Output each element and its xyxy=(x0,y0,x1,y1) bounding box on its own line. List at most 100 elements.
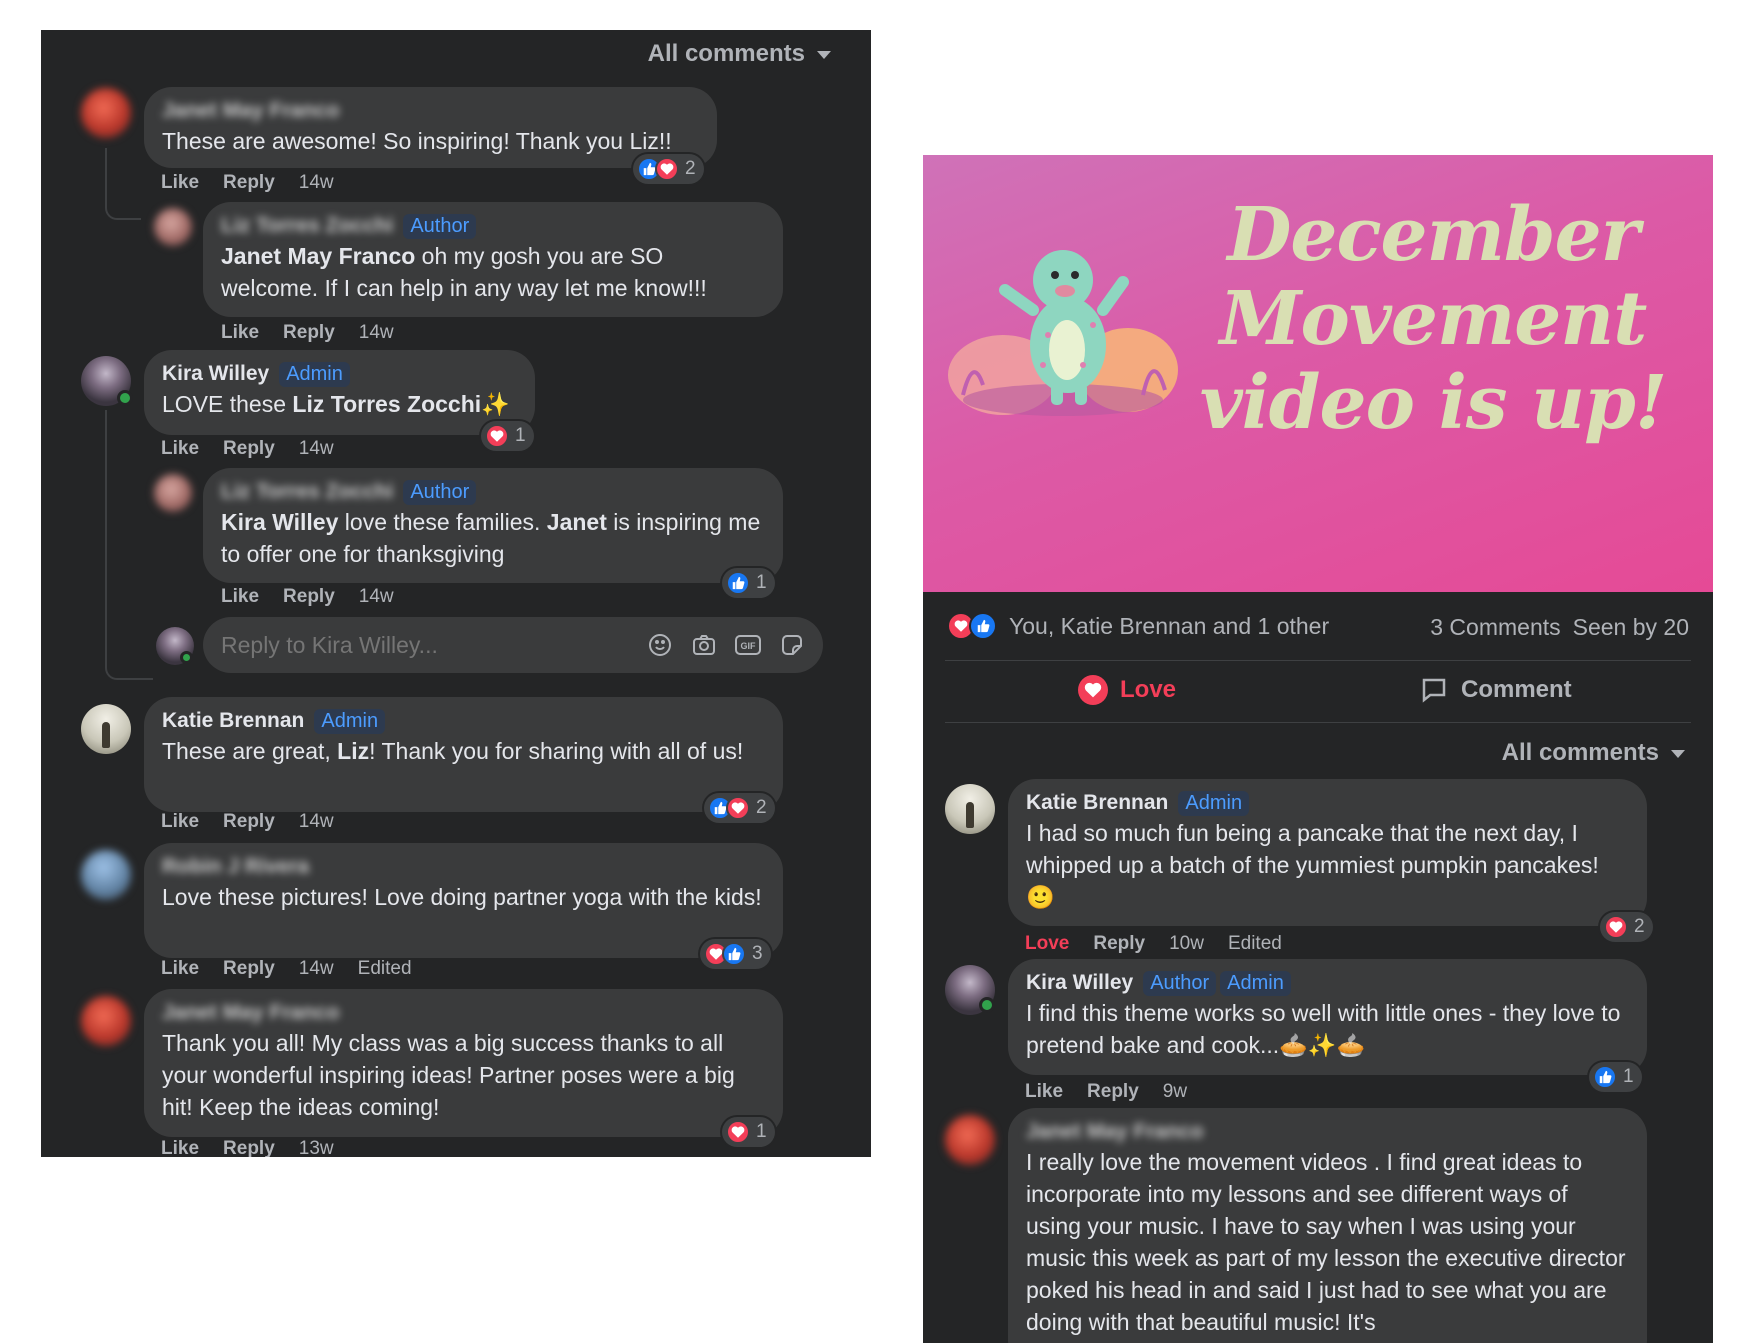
avatar[interactable] xyxy=(81,704,131,754)
commenter-name[interactable]: Janet May Franco xyxy=(162,99,339,123)
reply-composer: GIF xyxy=(203,617,823,673)
chevron-down-icon xyxy=(1671,749,1685,758)
comment-text: Love these pictures! Love doing partner … xyxy=(162,884,762,910)
reply-button[interactable]: Reply xyxy=(1087,1081,1139,1102)
mention-link[interactable]: Liz xyxy=(337,738,369,764)
sticker-icon[interactable] xyxy=(779,632,805,658)
timestamp[interactable]: 9w xyxy=(1163,1081,1187,1102)
avatar[interactable] xyxy=(154,474,192,512)
comment-icon xyxy=(1422,678,1446,703)
seen-by-count[interactable]: Seen by 20 xyxy=(1573,614,1689,641)
emoji-icon[interactable] xyxy=(647,632,673,658)
comment-actions: Like Reply 13w xyxy=(161,1138,358,1157)
timestamp[interactable]: 14w xyxy=(359,586,394,607)
avatar[interactable] xyxy=(81,88,131,138)
love-icon xyxy=(726,1120,750,1144)
commenter-name[interactable]: Kira Willey xyxy=(162,362,269,386)
timestamp[interactable]: 14w xyxy=(359,322,394,343)
reactions-summary[interactable]: You, Katie Brennan and 1 other xyxy=(947,612,1329,640)
like-button[interactable]: Like xyxy=(1025,1081,1063,1102)
commenter-name[interactable]: Robin J Rivera xyxy=(162,855,309,879)
commenter-name[interactable]: Liz Torres Zocchi xyxy=(221,214,393,238)
love-icon xyxy=(726,796,750,820)
like-icon xyxy=(1593,1065,1617,1089)
comment-body: These are great, xyxy=(162,738,338,764)
reaction-summary[interactable]: 1 xyxy=(481,421,534,451)
divider xyxy=(945,722,1691,723)
sort-comments-dropdown[interactable]: All comments xyxy=(648,40,831,68)
mention-link[interactable]: Janet May Franco xyxy=(221,243,415,269)
gif-icon[interactable]: GIF xyxy=(735,632,761,658)
reply-button[interactable]: Reply xyxy=(223,172,275,193)
reply-button[interactable]: Reply xyxy=(283,586,335,607)
avatar[interactable] xyxy=(945,784,995,834)
reactors-text: You, Katie Brennan and 1 other xyxy=(1009,612,1330,639)
comment-actions: Love Reply 10w Edited xyxy=(1025,933,1306,955)
timestamp[interactable]: 14w xyxy=(299,438,334,459)
reply-button[interactable]: Reply xyxy=(223,438,275,459)
love-reaction-button[interactable]: Love xyxy=(1025,933,1069,954)
mention-link[interactable]: Kira Willey xyxy=(221,509,338,535)
reply-button[interactable]: Reply xyxy=(223,958,275,979)
timestamp[interactable]: 14w xyxy=(299,958,334,979)
reaction-summary[interactable]: 2 xyxy=(704,793,775,823)
mention-link[interactable]: Janet xyxy=(547,509,607,535)
comment-text: These are awesome! So inspiring! Thank y… xyxy=(162,128,672,154)
comment-bubble: Katie Brennan Admin These are great, Liz!… xyxy=(144,697,783,812)
timestamp[interactable]: 13w xyxy=(299,1138,334,1157)
edited-label[interactable]: Edited xyxy=(358,958,412,979)
like-icon xyxy=(722,942,746,966)
post-reactions-bar: You, Katie Brennan and 1 other 3 Comment… xyxy=(923,592,1713,660)
commenter-name[interactable]: Katie Brennan xyxy=(1026,791,1168,815)
left-comments-panel: All comments Janet May Franco These are … xyxy=(41,30,871,1157)
like-button[interactable]: Like xyxy=(161,172,199,193)
divider xyxy=(945,660,1691,661)
like-button[interactable]: Like xyxy=(161,438,199,459)
like-button[interactable]: Like xyxy=(161,1138,199,1157)
like-button[interactable]: Like xyxy=(221,322,259,343)
love-icon xyxy=(1604,915,1628,939)
reply-button[interactable]: Reply xyxy=(1093,933,1145,954)
comment-text: Janet May Franco oh my gosh you are SO w… xyxy=(221,240,765,304)
sort-label: All comments xyxy=(1501,739,1659,766)
like-button[interactable]: Like xyxy=(221,586,259,607)
banner-title: December Movement video is up! xyxy=(1173,193,1693,445)
commenter-name[interactable]: Liz Torres Zocchi xyxy=(221,480,393,504)
sort-comments-dropdown[interactable]: All comments xyxy=(1502,739,1685,767)
post-image-banner[interactable]: December Movement video is up! xyxy=(923,155,1713,592)
reaction-summary[interactable]: 1 xyxy=(722,568,775,598)
edited-label[interactable]: Edited xyxy=(1228,933,1282,954)
camera-icon[interactable] xyxy=(691,632,717,658)
avatar[interactable] xyxy=(81,996,131,1046)
like-button[interactable]: Like xyxy=(161,811,199,832)
reply-button[interactable]: Reply xyxy=(223,1138,275,1157)
timestamp[interactable]: 10w xyxy=(1169,933,1204,954)
love-button[interactable]: Love xyxy=(1078,675,1176,705)
reply-input[interactable] xyxy=(221,631,581,659)
reaction-summary[interactable]: 3 xyxy=(700,939,771,969)
timestamp[interactable]: 14w xyxy=(299,172,334,193)
avatar[interactable] xyxy=(154,208,192,246)
reaction-count: 3 xyxy=(752,943,763,964)
mention-link[interactable]: Liz Torres Zocchi xyxy=(292,391,481,417)
timestamp[interactable]: 14w xyxy=(299,811,334,832)
author-badge: Author xyxy=(403,479,477,505)
comment-text: I had so much fun being a pancake that t… xyxy=(1026,820,1599,910)
chevron-down-icon xyxy=(817,50,831,59)
reaction-summary[interactable]: 2 xyxy=(1600,912,1653,942)
commenter-name[interactable]: Kira Willey xyxy=(1026,971,1133,995)
post-stats: 3 Comments Seen by 20 xyxy=(1430,614,1689,641)
reaction-summary[interactable]: 2 xyxy=(633,154,704,184)
commenter-name[interactable]: Janet May Franco xyxy=(1026,1120,1203,1144)
commenter-name[interactable]: Janet May Franco xyxy=(162,1001,339,1025)
reaction-summary[interactable]: 1 xyxy=(1589,1062,1642,1092)
like-button[interactable]: Like xyxy=(161,958,199,979)
avatar[interactable] xyxy=(81,850,131,900)
comment-button[interactable]: Comment xyxy=(1419,675,1572,705)
commenter-name[interactable]: Katie Brennan xyxy=(162,709,304,733)
reply-button[interactable]: Reply xyxy=(223,811,275,832)
reply-button[interactable]: Reply xyxy=(283,322,335,343)
reaction-summary[interactable]: 1 xyxy=(722,1117,775,1147)
avatar[interactable] xyxy=(945,1115,995,1165)
comment-count[interactable]: 3 Comments xyxy=(1430,614,1560,641)
